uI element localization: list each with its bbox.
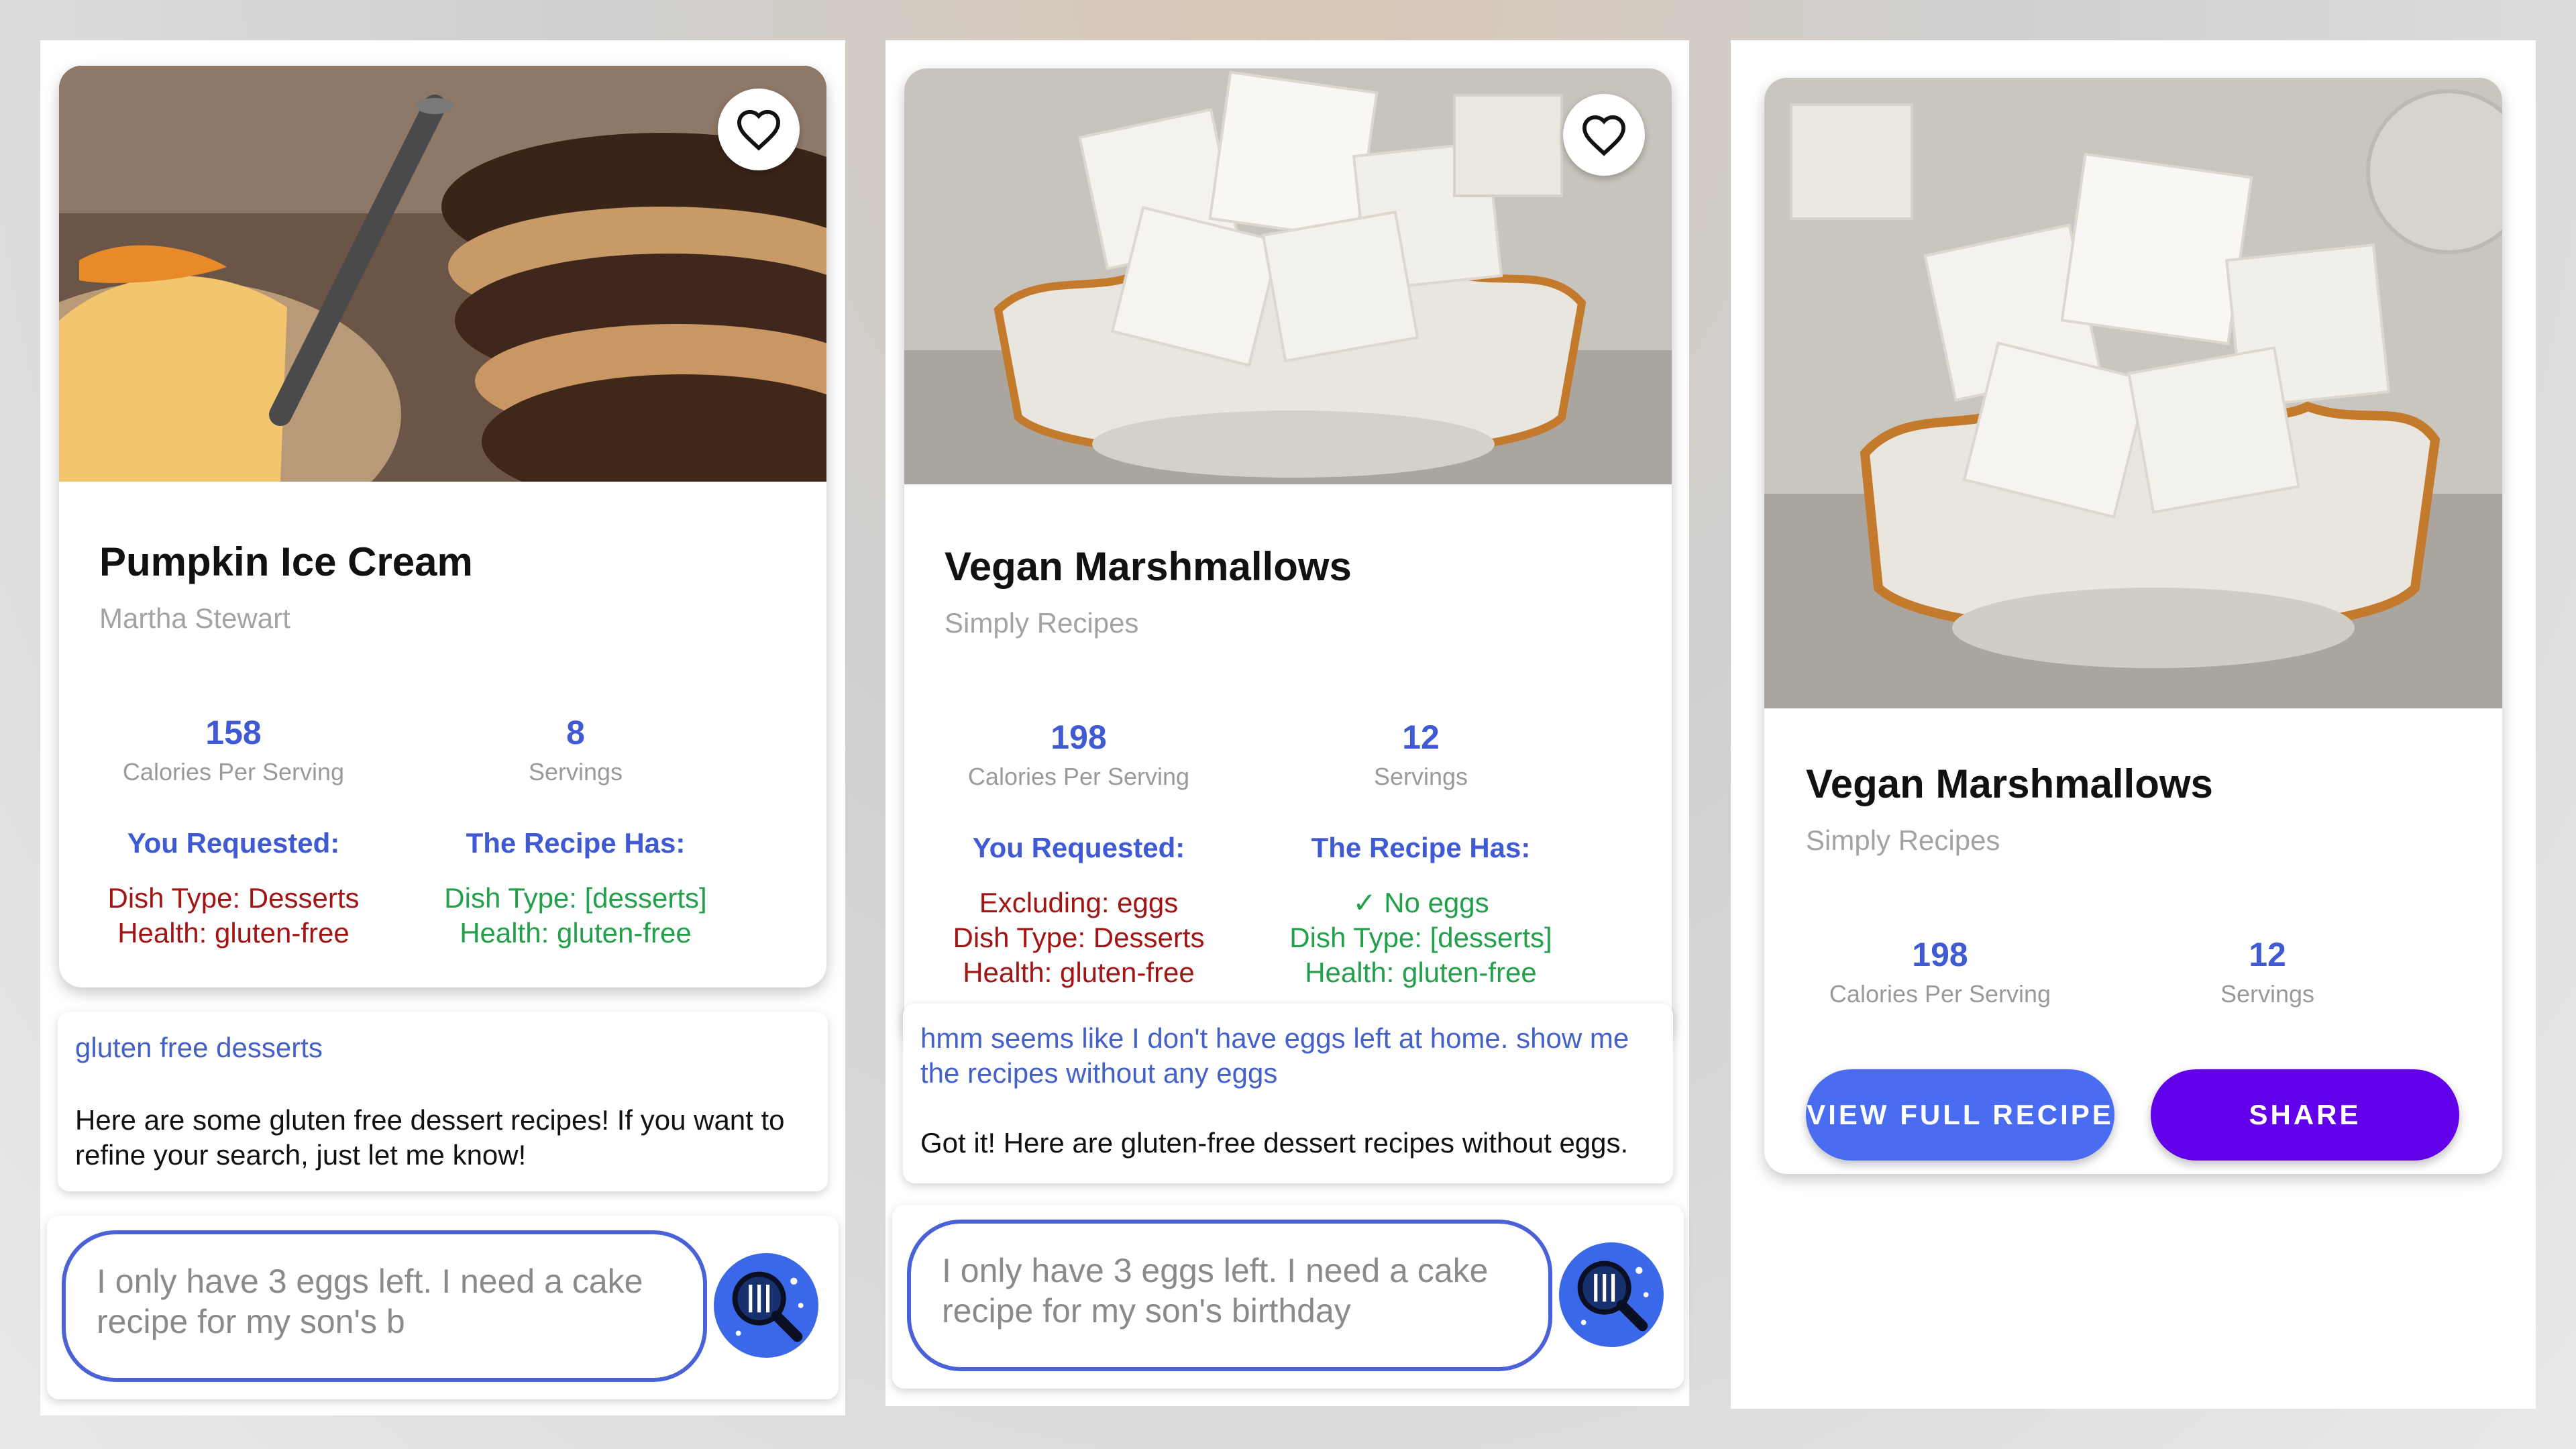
requested-item: Dish Type: Desserts — [953, 922, 1205, 953]
chat-exchange: hmm seems like I don't have eggs left at… — [903, 1004, 1673, 1183]
requested-item: Health: gluten-free — [963, 957, 1195, 988]
you-requested-heading: You Requested: — [972, 832, 1185, 863]
bot-message: Here are some gluten free dessert recipe… — [75, 1104, 785, 1171]
recipe-detail-card: Vegan Marshmallows Simply Recipes 198 Ca… — [1764, 78, 2502, 1174]
user-message: gluten free desserts — [75, 1032, 323, 1063]
recipe-search-icon — [732, 1271, 804, 1342]
panel-1: Pumpkin Ice Cream Martha Stewart 158 Cal… — [40, 40, 845, 1415]
recipe-has-heading: The Recipe Has: — [466, 827, 686, 859]
has-list: ✓ No eggs Dish Type: [desserts] Health: … — [1287, 885, 1555, 990]
servings-value: 8 — [566, 714, 585, 751]
user-message: hmm seems like I don't have eggs left at… — [920, 1022, 1629, 1089]
calories-label: Calories Per Serving — [1829, 980, 2051, 1008]
recipe-photo — [59, 66, 826, 482]
has-item: Dish Type: [desserts] — [1289, 922, 1552, 953]
servings-label: Servings — [2220, 980, 2315, 1008]
servings-label: Servings — [1373, 763, 1468, 790]
has-item: Dish Type: [desserts] — [444, 882, 707, 914]
share-button[interactable]: SHARE — [2151, 1069, 2459, 1161]
recipe-source: Simply Recipes — [945, 607, 1139, 639]
recipe-title: Vegan Marshmallows — [945, 544, 1352, 589]
recipe-search-icon — [1577, 1260, 1649, 1332]
requested-list: Dish Type: Desserts Health: gluten-free — [99, 881, 368, 951]
recipe-title: Pumpkin Ice Cream — [99, 539, 473, 584]
chat-input[interactable]: I only have 3 eggs left. I need a cake r… — [62, 1230, 707, 1382]
chat-input-bar: I only have 3 eggs left. I need a cake r… — [892, 1205, 1684, 1389]
you-requested-heading: You Requested: — [127, 827, 340, 859]
view-full-recipe-button[interactable]: VIEW FULL RECIPE — [1806, 1069, 2114, 1161]
servings-value: 12 — [1402, 718, 1440, 756]
requested-item: Excluding: eggs — [979, 887, 1179, 918]
servings-value: 12 — [2249, 936, 2286, 973]
requested-list: Excluding: eggs Dish Type: Desserts Heal… — [945, 885, 1213, 990]
calories-value: 198 — [1912, 936, 1968, 973]
recipe-source: Martha Stewart — [99, 602, 290, 634]
search-button[interactable] — [1559, 1242, 1664, 1347]
servings-label: Servings — [528, 758, 623, 786]
favorite-button[interactable] — [718, 89, 800, 170]
calories-value: 198 — [1051, 718, 1107, 756]
heart-outline-icon — [1582, 115, 1626, 156]
panel-2: Vegan Marshmallows Simply Recipes 198 Ca… — [885, 40, 1689, 1406]
recipe-photo — [1764, 78, 2502, 708]
has-list: Dish Type: [desserts] Health: gluten-fre… — [441, 881, 710, 951]
has-item: ✓ No eggs — [1352, 887, 1489, 918]
recipe-has-heading: The Recipe Has: — [1311, 832, 1531, 863]
recipe-title: Vegan Marshmallows — [1806, 761, 2213, 806]
bot-message: Got it! Here are gluten-free dessert rec… — [920, 1127, 1629, 1159]
recipe-source: Simply Recipes — [1806, 824, 2000, 856]
panel-3: Vegan Marshmallows Simply Recipes 198 Ca… — [1731, 40, 2536, 1409]
chat-input[interactable]: I only have 3 eggs left. I need a cake r… — [907, 1220, 1552, 1371]
calories-value: 158 — [205, 714, 262, 751]
recipe-card[interactable]: Pumpkin Ice Cream Martha Stewart 158 Cal… — [59, 66, 826, 987]
requested-item: Dish Type: Desserts — [107, 882, 360, 914]
has-item: Health: gluten-free — [460, 917, 692, 949]
recipe-photo — [904, 68, 1672, 484]
has-item: Health: gluten-free — [1305, 957, 1537, 988]
requested-item: Health: gluten-free — [117, 917, 350, 949]
search-button[interactable] — [714, 1253, 818, 1358]
heart-outline-icon — [737, 109, 781, 151]
chat-input-bar: I only have 3 eggs left. I need a cake r… — [47, 1216, 839, 1399]
recipe-card[interactable]: Vegan Marshmallows Simply Recipes 198 Ca… — [904, 68, 1672, 1044]
calories-label: Calories Per Serving — [122, 758, 345, 786]
favorite-button[interactable] — [1563, 94, 1645, 176]
calories-label: Calories Per Serving — [967, 763, 1190, 790]
chat-exchange: gluten free desserts Here are some glute… — [58, 1012, 828, 1191]
